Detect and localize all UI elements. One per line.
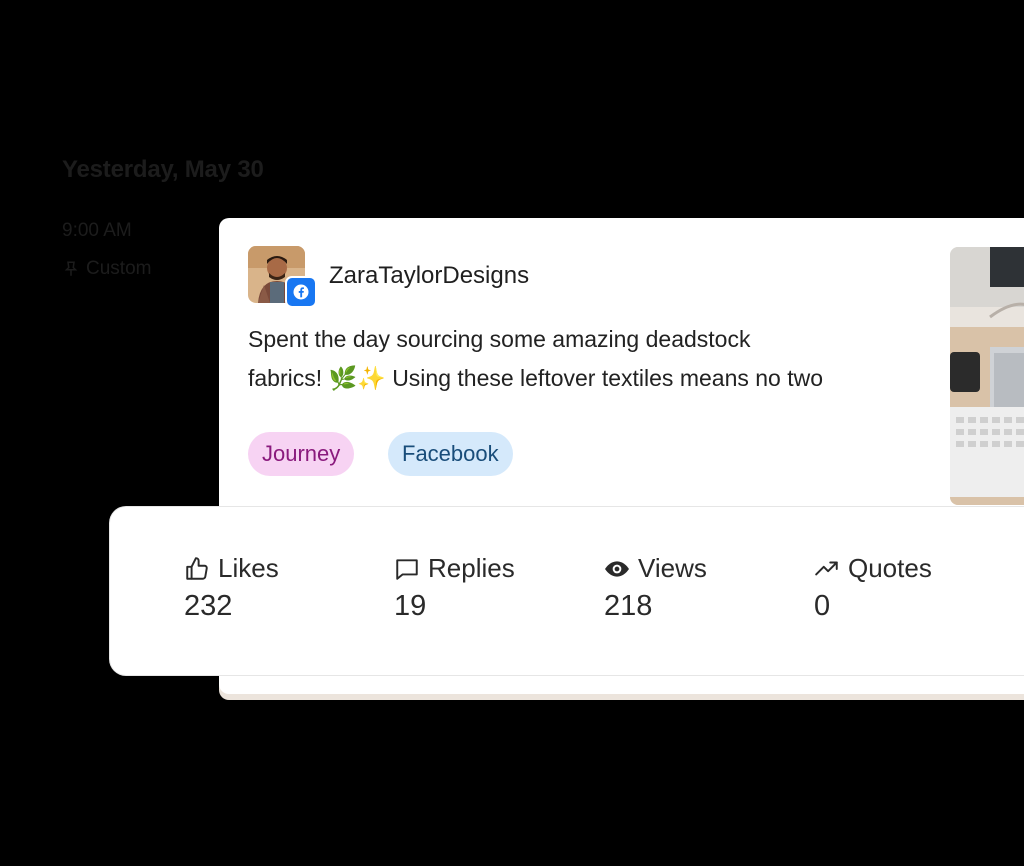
stat-likes: Likes 232 <box>184 553 279 623</box>
replies-value: 19 <box>394 590 427 622</box>
stat-quotes: Quotes 0 <box>814 553 932 623</box>
schedule-type-label: Custom <box>86 258 152 279</box>
trending-up-icon <box>815 561 838 575</box>
schedule-type: Custom <box>62 258 151 280</box>
post-text: Spent the day sourcing some amazing dead… <box>248 326 824 391</box>
username[interactable]: ZaraTaylorDesigns <box>329 262 529 290</box>
post-photo[interactable] <box>950 247 1024 505</box>
stat-views: Views 218 <box>604 553 707 623</box>
facebook-logo-icon <box>293 284 309 300</box>
views-value: 218 <box>604 590 653 622</box>
replies-label: Replies <box>428 553 515 583</box>
eye-icon <box>605 560 629 577</box>
post-photo-image <box>950 247 1024 505</box>
comment-icon <box>396 558 418 580</box>
stats-card: Likes 232 Replies 19 Views 218 Quotes 0 <box>110 507 1024 675</box>
quotes-label: Quotes <box>848 553 932 583</box>
quotes-value: 0 <box>814 590 831 622</box>
schedule-time: 9:00 AM <box>62 220 132 241</box>
likes-value: 232 <box>184 590 233 622</box>
schedule-date: Yesterday, May 30 <box>62 156 264 183</box>
facebook-icon <box>285 276 317 308</box>
likes-label: Likes <box>218 553 279 583</box>
views-label: Views <box>638 553 707 583</box>
tag-journey[interactable]: Journey <box>248 432 355 476</box>
pin-icon <box>64 261 78 276</box>
thumbs-up-icon <box>186 556 208 580</box>
tag-facebook[interactable]: Facebook <box>388 432 513 476</box>
stat-replies: Replies 19 <box>394 553 515 623</box>
